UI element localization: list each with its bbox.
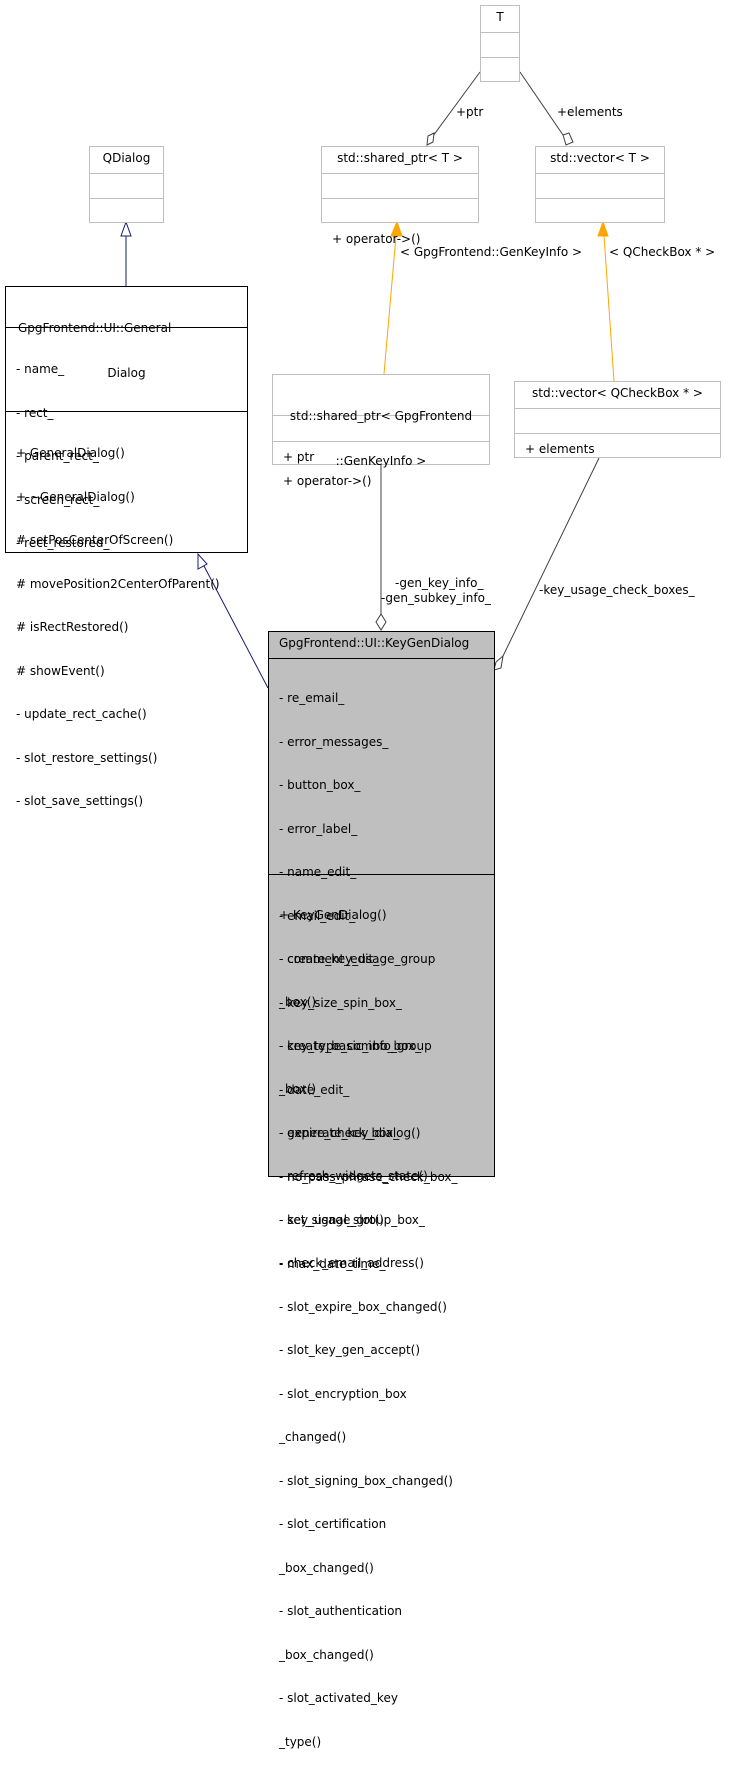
class-shared-ptr-t[interactable]: std::shared_ptr< T > + operator->() bbox=[321, 146, 479, 246]
edge-label-gen-key-info: -gen_key_info_ bbox=[395, 576, 484, 590]
edge-t-to-shared-ptr bbox=[432, 71, 481, 137]
methods-section bbox=[536, 198, 664, 222]
method-item: _type() bbox=[279, 1734, 322, 1749]
attributes-section bbox=[481, 32, 519, 57]
class-general-dialog[interactable]: GpgFrontend::UI::General Dialog - name_ … bbox=[5, 286, 248, 808]
method-item: _box_changed() bbox=[279, 1560, 374, 1575]
method-item: - set_signal_slot() bbox=[279, 1212, 384, 1227]
class-vector-t[interactable]: std::vector< T > bbox=[535, 146, 665, 223]
method-item: - slot_key_gen_accept() bbox=[279, 1343, 421, 1357]
method-item: - generate_key_dialog() bbox=[279, 1125, 421, 1140]
attribute-item: - button_box_ bbox=[279, 778, 361, 792]
class-title: GpgFrontend::UI::KeyGenDialog bbox=[279, 636, 470, 650]
class-shared-ptr-genkeyinfo[interactable]: std::shared_ptr< GpgFrontend ::GenKeyInf… bbox=[272, 374, 490, 488]
methods-section bbox=[90, 198, 163, 222]
method-item: - slot_activated_key bbox=[279, 1691, 398, 1705]
attributes-section: - re_email_ - error_messages_ - button_b… bbox=[269, 658, 494, 1271]
class-title: T bbox=[496, 10, 504, 24]
method-item: - slot_restore_settings() bbox=[16, 750, 158, 765]
method-item: - slot_encryption_box bbox=[279, 1386, 407, 1401]
method-item: # movePosition2CenterOfParent() bbox=[16, 576, 220, 591]
method-item: _changed() bbox=[279, 1430, 347, 1444]
method-item: - create_basic_info_group bbox=[279, 1038, 432, 1053]
method-item: - check_email_address() bbox=[279, 1256, 424, 1270]
methods-section: + KeyGenDialog() - create_key_usage_grou… bbox=[269, 874, 494, 1749]
method-item: - slot_authentication bbox=[279, 1604, 403, 1618]
method-item: - slot_signing_box_changed() bbox=[279, 1473, 453, 1488]
edge-label-genkeyinfo-template: < GpgFrontend::GenKeyInfo > bbox=[400, 245, 583, 259]
attribute-item: - error_label_ bbox=[279, 821, 358, 836]
methods-section: + GeneralDialog() + ~GeneralDialog() # s… bbox=[6, 411, 247, 808]
edge-label-key-usage-check-boxes: -key_usage_check_boxes_ bbox=[539, 583, 695, 597]
template-arrow-icon bbox=[597, 220, 609, 237]
class-title: std::shared_ptr< T > bbox=[337, 151, 463, 165]
class-qdialog[interactable]: QDialog bbox=[89, 146, 164, 223]
class-title: std::vector< QCheckBox * > bbox=[532, 386, 703, 400]
attributes-section: + elements bbox=[515, 408, 720, 456]
class-t[interactable]: T bbox=[480, 5, 520, 82]
method-item: # setPosCenterOfScreen() bbox=[16, 533, 174, 547]
method-item: _box() bbox=[279, 1082, 317, 1096]
attributes-section bbox=[536, 173, 664, 198]
method-item: + GeneralDialog() bbox=[16, 446, 125, 460]
class-title: std::vector< T > bbox=[550, 151, 650, 165]
class-title: GpgFrontend::UI::General Dialog bbox=[6, 287, 247, 380]
methods-section bbox=[481, 57, 519, 81]
method-item: _box_changed() bbox=[279, 1647, 374, 1662]
edge-label-qcheckbox-template: < QCheckBox * > bbox=[609, 245, 716, 259]
aggregation-diamond-icon bbox=[375, 613, 387, 631]
attributes-section bbox=[322, 173, 478, 198]
aggregation-diamond-icon bbox=[426, 132, 435, 146]
class-vector-qcheckbox[interactable]: std::vector< QCheckBox * > + elements bbox=[514, 381, 721, 458]
edge-checkboxes-to-keygendialog bbox=[502, 457, 600, 657]
methods-section: + operator->() bbox=[322, 198, 478, 246]
method-item: - slot_certification bbox=[279, 1517, 387, 1531]
edge-label-gen-subkey-info: -gen_subkey_info_ bbox=[381, 591, 491, 605]
method-item: + KeyGenDialog() bbox=[279, 908, 387, 922]
aggregation-diamond-icon bbox=[562, 132, 574, 146]
attribute-item: - re_email_ bbox=[279, 691, 345, 705]
edge-t-to-vector bbox=[519, 71, 564, 136]
aggregation-diamond-icon bbox=[493, 654, 504, 671]
method-item: - update_rect_cache() bbox=[16, 707, 147, 721]
method-item: # showEvent() bbox=[16, 663, 105, 678]
method-item: + ~GeneralDialog() bbox=[16, 489, 135, 504]
method-item: # isRectRestored() bbox=[16, 620, 129, 634]
edge-label-elements: +elements bbox=[557, 105, 623, 119]
attributes-section bbox=[90, 173, 163, 198]
method-item: - slot_save_settings() bbox=[16, 794, 144, 808]
method-item: - slot_expire_box_changed() bbox=[279, 1299, 447, 1314]
method-item: - create_key_usage_group bbox=[279, 951, 436, 966]
class-keygen-dialog[interactable]: GpgFrontend::UI::KeyGenDialog - re_email… bbox=[268, 631, 495, 1749]
class-title-line: std::shared_ptr< GpgFrontend bbox=[289, 409, 473, 423]
inheritance-arrow-icon bbox=[120, 220, 132, 237]
class-title: std::shared_ptr< GpgFrontend ::GenKeyInf… bbox=[273, 375, 489, 468]
attribute-item: - error_messages_ bbox=[279, 734, 389, 749]
edge-label-ptr: +ptr bbox=[456, 105, 484, 119]
class-title: QDialog bbox=[102, 151, 151, 165]
